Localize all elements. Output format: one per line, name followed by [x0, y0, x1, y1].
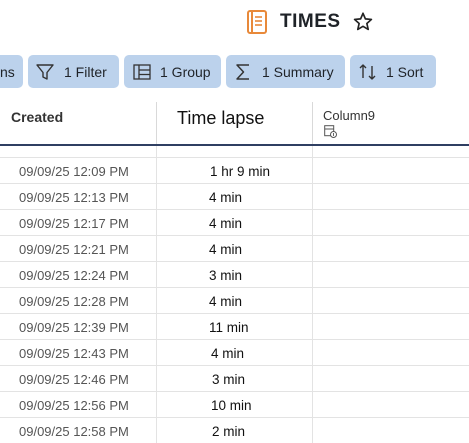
created-cell[interactable]: 09/09/25 12:09 PM [0, 158, 157, 184]
formula-field-icon [324, 125, 337, 138]
table-body: 09/09/25 12:07 PM 09/09/25 12:09 PM 1 hr 9… [0, 146, 469, 443]
created-value: 09/09/25 12:17 PM [19, 216, 129, 231]
table-row[interactable]: 09/09/25 12:17 PM 4 min [0, 210, 469, 236]
sort-icon [359, 63, 376, 80]
group-button[interactable]: 1 Group [124, 55, 221, 88]
column-header-created[interactable]: Created [0, 102, 157, 144]
summary-button-label: 1 Summary [262, 63, 334, 80]
time-lapse-value: 4 min [211, 346, 245, 361]
time-lapse-cell[interactable]: 11 min [157, 314, 313, 340]
time-lapse-cell[interactable]: 3 min [157, 366, 313, 392]
records-table: Created Time lapse Column9 09/09/25 12:0… [0, 102, 469, 443]
time-lapse-cell[interactable]: 4 min [157, 236, 313, 262]
created-value: 09/09/25 12:13 PM [19, 190, 129, 205]
column-header-label: Time lapse [177, 108, 265, 128]
created-cell[interactable]: 09/09/25 12:39 PM [0, 314, 157, 340]
column9-cell[interactable] [313, 236, 469, 262]
created-cell[interactable]: 09/09/25 12:43 PM [0, 340, 157, 366]
page-title: TIMES [280, 11, 341, 32]
column9-cell[interactable] [313, 366, 469, 392]
created-cell[interactable]: 09/09/25 12:13 PM [0, 184, 157, 210]
filter-button-label: 1 Filter [64, 63, 107, 80]
title-bar: TIMES [0, 0, 469, 52]
time-lapse-cell[interactable]: 4 min [157, 184, 313, 210]
table-row[interactable]: 09/09/25 12:56 PM 10 min [0, 392, 469, 418]
table-row[interactable]: 09/09/25 12:21 PM 4 min [0, 236, 469, 262]
column9-cell[interactable] [313, 418, 469, 443]
column9-cell [313, 146, 469, 158]
created-value: 09/09/25 12:46 PM [19, 372, 129, 387]
created-value: 09/09/25 12:58 PM [19, 424, 129, 439]
table-row[interactable]: 09/09/25 12:09 PM 1 hr 9 min [0, 158, 469, 184]
created-cell[interactable]: 09/09/25 12:56 PM [0, 392, 157, 418]
group-button-label: 1 Group [160, 63, 211, 80]
sort-button-label: 1 Sort [386, 63, 424, 80]
sigma-icon [236, 63, 249, 80]
time-lapse-cell[interactable]: 4 min [157, 340, 313, 366]
time-lapse-cell[interactable]: 1 hr 9 min [157, 158, 313, 184]
column-header-label: Created [11, 109, 64, 125]
time-lapse-value: 4 min [209, 190, 243, 205]
column-header-time-lapse[interactable]: Time lapse [157, 102, 313, 144]
column9-cell[interactable] [313, 184, 469, 210]
column9-cell[interactable] [313, 314, 469, 340]
table-row[interactable]: 09/09/25 12:24 PM 3 min [0, 262, 469, 288]
created-value: 09/09/25 12:28 PM [19, 294, 129, 309]
table-row[interactable]: 09/09/25 12:13 PM 4 min [0, 184, 469, 210]
created-cell[interactable]: 09/09/25 12:46 PM [0, 366, 157, 392]
column9-cell[interactable] [313, 288, 469, 314]
fields-button-label: ns [0, 63, 15, 80]
time-lapse-value: 4 min [209, 242, 243, 257]
time-lapse-value: 1 hr 9 min [210, 164, 271, 179]
table-row[interactable]: 09/09/25 12:43 PM 4 min [0, 340, 469, 366]
column9-cell[interactable] [313, 210, 469, 236]
created-value: 09/09/25 12:09 PM [19, 164, 129, 179]
group-icon [133, 63, 151, 80]
star-icon[interactable] [352, 11, 374, 33]
time-lapse-value: 3 min [209, 268, 243, 283]
time-lapse-value: 4 min [209, 216, 243, 231]
summary-button[interactable]: 1 Summary [226, 55, 345, 88]
filter-button[interactable]: 1 Filter [28, 55, 119, 88]
created-value: 09/09/25 12:43 PM [19, 346, 129, 361]
column9-cell[interactable] [313, 262, 469, 288]
table-header: Created Time lapse Column9 [0, 102, 469, 146]
time-lapse-cell[interactable]: 10 min [157, 392, 313, 418]
time-lapse-cell [157, 146, 313, 158]
created-cell[interactable]: 09/09/25 12:28 PM [0, 288, 157, 314]
filter-icon [36, 63, 54, 80]
created-value: 09/09/25 12:39 PM [19, 320, 129, 335]
created-value: 09/09/25 12:24 PM [19, 268, 129, 283]
created-cell[interactable]: 09/09/25 12:21 PM [0, 236, 157, 262]
time-lapse-value: 10 min [211, 398, 252, 413]
table-row[interactable]: 09/09/25 12:58 PM 2 min [0, 418, 469, 443]
table-row[interactable]: 09/09/25 12:07 PM [0, 146, 469, 158]
fields-button[interactable]: ns [0, 55, 23, 88]
column9-cell[interactable] [313, 392, 469, 418]
table-row[interactable]: 09/09/25 12:39 PM 11 min [0, 314, 469, 340]
created-cell[interactable]: 09/09/25 12:24 PM [0, 262, 157, 288]
time-lapse-value: 2 min [212, 424, 246, 439]
created-value: 09/09/25 12:56 PM [19, 398, 129, 413]
created-cell: 09/09/25 12:07 PM [0, 146, 157, 158]
created-cell[interactable]: 09/09/25 12:17 PM [0, 210, 157, 236]
time-lapse-cell[interactable]: 4 min [157, 288, 313, 314]
book-icon [247, 10, 267, 34]
created-value: 09/09/25 12:21 PM [19, 242, 129, 257]
column9-cell[interactable] [313, 158, 469, 184]
column-header-column9[interactable]: Column9 [313, 102, 469, 144]
column9-cell[interactable] [313, 340, 469, 366]
time-lapse-cell[interactable]: 2 min [157, 418, 313, 443]
time-lapse-value: 4 min [209, 294, 243, 309]
time-lapse-value: 3 min [212, 372, 246, 387]
created-cell[interactable]: 09/09/25 12:58 PM [0, 418, 157, 443]
column-header-label: Column9 [323, 108, 376, 123]
sort-button[interactable]: 1 Sort [350, 55, 436, 88]
time-lapse-cell[interactable]: 4 min [157, 210, 313, 236]
view-toolbar: ns 1 Filter 1 Group 1 Summary 1 Sort [0, 55, 469, 88]
time-lapse-cell[interactable]: 3 min [157, 262, 313, 288]
table-row[interactable]: 09/09/25 12:46 PM 3 min [0, 366, 469, 392]
table-row[interactable]: 09/09/25 12:28 PM 4 min [0, 288, 469, 314]
time-lapse-value: 11 min [209, 320, 249, 335]
